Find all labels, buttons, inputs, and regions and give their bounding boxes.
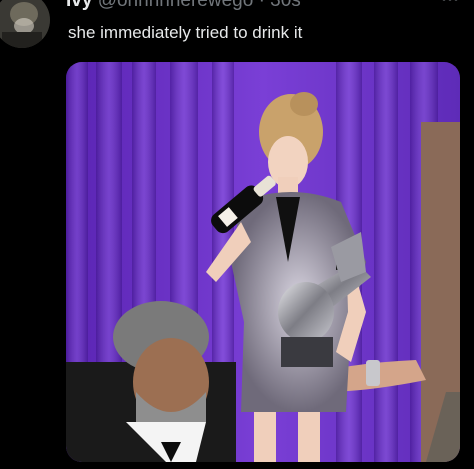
- avatar-image: [0, 0, 50, 48]
- tweet-photo[interactable]: [66, 62, 460, 462]
- timestamp[interactable]: 30s: [270, 0, 301, 11]
- user-handle[interactable]: @ohhhhherewego: [98, 0, 254, 11]
- avatar[interactable]: [0, 0, 50, 48]
- tweet-header: Ivy @ohhhhherewego · 30s: [66, 0, 301, 12]
- tweet-text: she immediately tried to drink it: [68, 23, 303, 42]
- photo-content: [66, 62, 460, 462]
- more-horizontal-icon[interactable]: [440, 0, 460, 6]
- display-name[interactable]: Ivy: [66, 0, 92, 11]
- separator-dot: ·: [258, 0, 265, 11]
